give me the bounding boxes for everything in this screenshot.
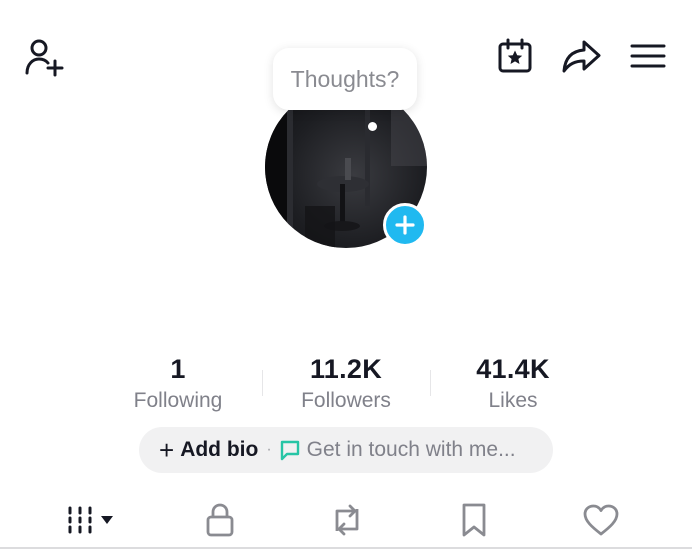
thoughts-text: Thoughts? (290, 65, 400, 92)
plus-icon (395, 215, 415, 235)
followers-count: 11.2K (309, 354, 383, 384)
bio-pill: + Add bio · Get in touch with me... (139, 427, 553, 473)
grid-videos-icon (68, 506, 92, 534)
stat-followers[interactable]: 11.2K Followers (266, 352, 426, 414)
tab-private[interactable] (196, 496, 244, 544)
stat-divider (430, 370, 431, 396)
likes-label: Likes (488, 389, 538, 412)
followers-label: Followers (301, 389, 391, 412)
chat-bubble-icon (280, 440, 299, 461)
add-user-icon (25, 39, 64, 77)
tab-favorites[interactable] (450, 496, 498, 544)
heart-icon (583, 504, 619, 536)
tab-liked[interactable] (576, 496, 626, 544)
bookmark-icon (462, 503, 486, 537)
stat-following[interactable]: 1 Following (98, 352, 258, 414)
lock-icon (206, 503, 234, 537)
menu-button[interactable] (626, 36, 670, 76)
add-avatar-button[interactable] (383, 203, 427, 247)
share-button[interactable] (558, 36, 604, 76)
repost-icon (335, 504, 359, 536)
likes-count: 41.4K (476, 354, 550, 384)
plus-icon: + (159, 435, 175, 465)
share-icon (562, 40, 601, 73)
calendar-star-icon (498, 38, 532, 73)
separator-dot: · (266, 441, 272, 458)
stat-divider (262, 370, 263, 396)
contact-label: Get in touch with me... (306, 438, 516, 461)
add-bio-button[interactable]: + Add bio (159, 435, 259, 465)
stat-likes[interactable]: 41.4K Likes (433, 352, 593, 414)
menu-icon (630, 44, 666, 68)
bubble-tail-dot (368, 122, 377, 131)
following-label: Following (133, 389, 223, 412)
tab-reposts[interactable] (322, 496, 372, 544)
calendar-button[interactable] (494, 36, 536, 76)
add-friend-button[interactable] (20, 36, 68, 78)
thoughts-bubble[interactable]: Thoughts? (273, 48, 417, 110)
following-count: 1 (170, 354, 186, 384)
add-bio-label: Add bio (180, 438, 259, 461)
dropdown-triangle-icon (101, 516, 113, 524)
contact-button[interactable]: Get in touch with me... (279, 438, 516, 462)
tab-videos[interactable] (58, 496, 122, 544)
